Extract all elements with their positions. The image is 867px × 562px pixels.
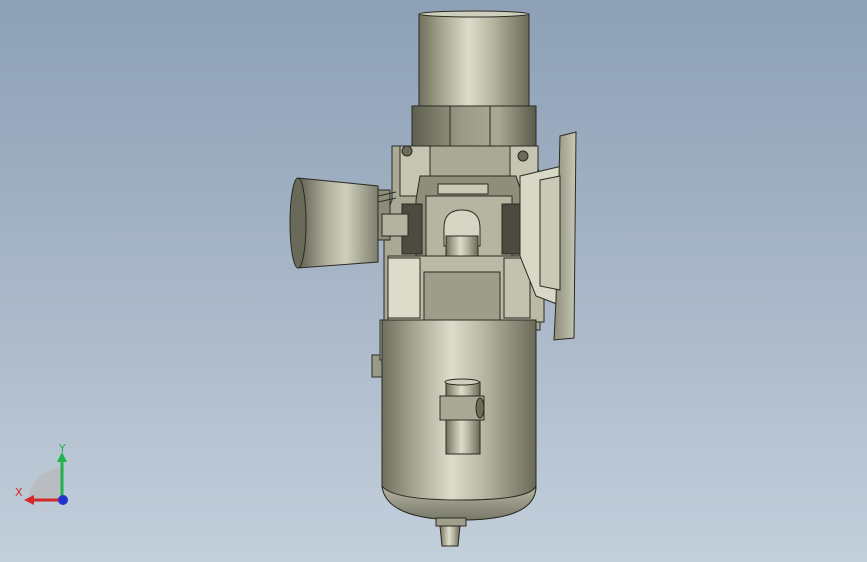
graphics-viewport[interactable]: Y X [0, 0, 867, 562]
top-bonnet [411, 10, 537, 151]
view-orientation-triad [24, 452, 68, 505]
z-axis-dot [58, 495, 68, 505]
filter-bowl [381, 319, 537, 547]
model-view[interactable] [0, 0, 867, 562]
y-axis-label: Y [59, 442, 66, 455]
x-axis-label: X [15, 486, 23, 499]
